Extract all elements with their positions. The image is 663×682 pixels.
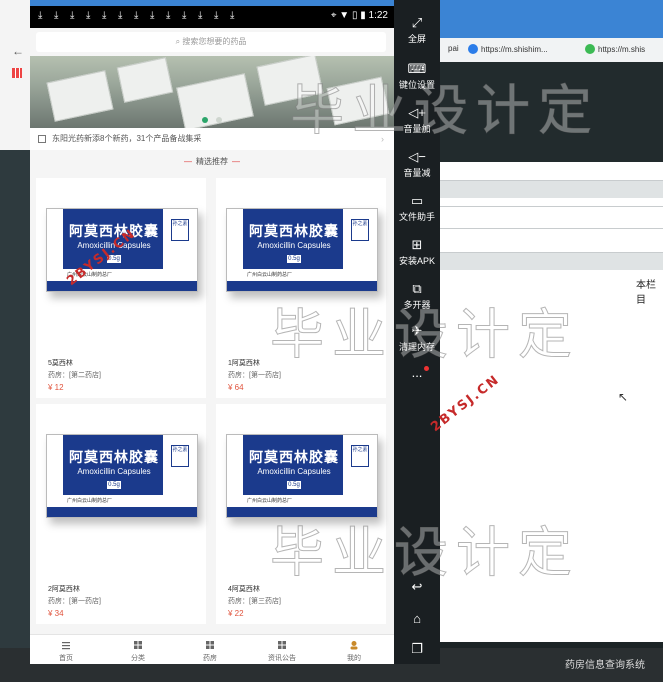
product-price: ¥ 64 bbox=[228, 383, 244, 392]
download-icon: ⤓ bbox=[70, 10, 75, 21]
bookmark-pai[interactable]: pai bbox=[448, 44, 459, 53]
file-helper-icon: ▭ bbox=[410, 193, 424, 208]
product-name: 4阿莫西林 bbox=[228, 586, 260, 593]
wifi-icon: ▼ bbox=[339, 10, 350, 21]
mouse-cursor-icon: ↖ bbox=[618, 390, 629, 404]
home-tab-icon bbox=[62, 642, 70, 650]
download-icon: ⤓ bbox=[150, 10, 155, 21]
home-icon: ⌂ bbox=[413, 611, 421, 626]
pharmacy-tab-icon bbox=[206, 641, 214, 649]
download-icon: ⤓ bbox=[198, 10, 203, 21]
tab-news[interactable]: 资讯公告 bbox=[246, 635, 318, 663]
desktop-left-panel bbox=[0, 150, 30, 650]
search-input[interactable]: ⌕ 搜索您想要的药品 bbox=[36, 32, 386, 52]
browser-back-icon[interactable]: ← bbox=[12, 44, 24, 58]
banner-dot[interactable] bbox=[216, 117, 223, 123]
file-helper-button[interactable]: ▭ 文件助手 bbox=[394, 194, 440, 223]
taskbar-app-label: 药房信息查询系统 bbox=[565, 660, 645, 671]
download-icon: ⤓ bbox=[54, 10, 59, 21]
profile-tab-icon bbox=[350, 641, 358, 650]
notice-icon bbox=[38, 135, 46, 143]
desktop-row bbox=[440, 228, 663, 246]
recent-apps-icon: ❐ bbox=[411, 641, 423, 656]
recent-apps-button[interactable]: ❐ bbox=[394, 642, 440, 656]
news-tab-icon bbox=[278, 641, 286, 649]
watermark-text: 毕业设计定 bbox=[270, 303, 580, 367]
product-store: 药房：[第三药店] bbox=[228, 598, 281, 605]
product-image: 阿莫西林胶囊 Amoxicillin Capsules 0.5g 孙之素 广州白云山… bbox=[42, 426, 202, 526]
download-icon: ⤓ bbox=[118, 10, 123, 21]
download-icon: ⤓ bbox=[230, 10, 235, 21]
watermark-text: 毕业设计定 bbox=[270, 521, 580, 585]
product-name: 5莫西林 bbox=[48, 360, 73, 367]
bookmark-shishim[interactable]: https://m.shishim... bbox=[468, 44, 548, 54]
fullscreen-icon: ⤢ bbox=[411, 15, 423, 30]
volume-down-icon: ◁− bbox=[408, 149, 426, 164]
download-icon: ⤓ bbox=[134, 10, 139, 21]
download-icon: ⤓ bbox=[102, 10, 107, 21]
bookmark-shis[interactable]: https://m.shis bbox=[585, 44, 645, 54]
bottom-tab-bar: 首页 分类 药房 资讯公告 我的 bbox=[30, 634, 394, 664]
search-icon: ⌕ bbox=[175, 37, 181, 46]
product-name: 1阿莫西林 bbox=[228, 360, 260, 367]
desktop-row bbox=[440, 180, 663, 198]
clock-time: 1:22 bbox=[368, 10, 388, 21]
banner-dot-active[interactable] bbox=[201, 117, 208, 123]
product-store: 药房：[第一药店] bbox=[228, 372, 281, 379]
location-icon: ⌖ bbox=[330, 10, 337, 21]
fullscreen-button[interactable]: ⤢ 全屏 bbox=[394, 16, 440, 45]
product-card[interactable]: 阿莫西林胶囊 Amoxicillin Capsules 0.5g 孙之素 广州白云山… bbox=[36, 178, 206, 398]
desktop-row bbox=[440, 206, 663, 224]
product-store: 药房：[第二药店] bbox=[48, 372, 101, 379]
watermark-text: 毕业设计定 bbox=[290, 79, 600, 143]
sim-icon: ▯ bbox=[351, 10, 358, 21]
desktop-row bbox=[440, 252, 663, 270]
section-title: — 精选推荐 — bbox=[184, 157, 240, 166]
install-apk-button[interactable]: ⊞ 安装APK bbox=[394, 238, 440, 267]
tab-profile[interactable]: 我的 bbox=[318, 635, 390, 663]
apk-install-icon: ⊞ bbox=[411, 237, 423, 252]
product-image: 阿莫西林胶囊 Amoxicillin Capsules 0.5g 孙之素 广州白云山… bbox=[222, 200, 382, 300]
download-icon: ⤓ bbox=[86, 10, 91, 21]
download-icon: ⤓ bbox=[166, 10, 171, 21]
product-price: ¥ 12 bbox=[48, 383, 64, 392]
search-placeholder: 搜索您想要的药品 bbox=[182, 37, 247, 46]
banner-medicine-box bbox=[116, 57, 174, 103]
globe-icon bbox=[468, 44, 478, 54]
category-tab-icon bbox=[134, 641, 142, 649]
product-card[interactable]: 阿莫西林胶囊 Amoxicillin Capsules 0.5g 孙之素 广州白云山… bbox=[36, 404, 206, 624]
apps-grid-icon[interactable] bbox=[12, 68, 22, 78]
product-price: ¥ 22 bbox=[228, 609, 244, 618]
volume-down-button[interactable]: ◁− 音量减 bbox=[394, 150, 440, 179]
tab-home[interactable]: 首页 bbox=[30, 635, 102, 663]
product-store: 药房：[第一药店] bbox=[48, 598, 101, 605]
wechat-icon bbox=[585, 44, 595, 54]
home-button[interactable]: ⌂ bbox=[394, 612, 440, 626]
product-price: ¥ 34 bbox=[48, 609, 64, 618]
tab-category[interactable]: 分类 bbox=[102, 635, 174, 663]
download-icon: ⤓ bbox=[214, 10, 219, 21]
status-bar: ⤓ ⤓ ⤓ ⤓ ⤓ ⤓ ⤓ ⤓ ⤓ ⤓ ⤓ ⤓ ⤓ ⌖ ▼ ▯ ▮ 1:22 bbox=[30, 6, 394, 28]
product-name: 2阿莫西林 bbox=[48, 586, 80, 593]
notice-text: 东阳光药新添8个新药，31个产品备战集采 bbox=[52, 134, 202, 143]
tab-pharmacy[interactable]: 药房 bbox=[174, 635, 246, 663]
status-right: ⌖ ▼ ▯ ▮ 1:22 bbox=[331, 10, 388, 21]
battery-icon: ▮ bbox=[360, 10, 366, 21]
desktop-column-title: 本栏目 bbox=[636, 280, 656, 306]
download-icon: ⤓ bbox=[182, 10, 187, 21]
download-icon: ⤓ bbox=[38, 10, 43, 21]
